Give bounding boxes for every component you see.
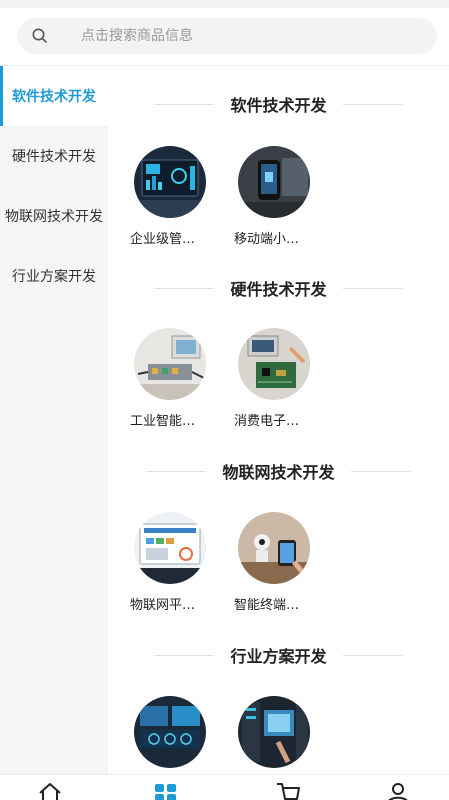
divider — [154, 287, 215, 289]
product-card[interactable]: 企业级管… — [130, 146, 210, 256]
product-content: 软件技术开发 企业级管… 移动端小… 硬件技术开发 工业智能… 消费电子… 物联… — [108, 66, 449, 774]
industrial-hardware-image — [134, 328, 206, 400]
sidebar-item-iot[interactable]: 物联网技术开发 — [0, 186, 108, 246]
section-title: 行业方案开发 — [108, 643, 449, 667]
product-card[interactable] — [130, 696, 210, 774]
product-card[interactable]: 智能终端… — [234, 512, 314, 622]
section-title-text: 软件技术开发 — [230, 96, 327, 115]
bottom-tab-bar — [0, 774, 449, 800]
divider — [342, 103, 403, 105]
search-input[interactable] — [81, 18, 421, 54]
product-label: 工业智能… — [130, 414, 196, 429]
status-strip — [0, 0, 449, 8]
search-icon — [32, 28, 47, 43]
circuit-board-image — [238, 328, 310, 400]
product-card[interactable] — [234, 696, 314, 774]
smart-device-image — [238, 512, 310, 584]
divider — [342, 287, 403, 289]
section-title-text: 物联网技术开发 — [222, 463, 335, 482]
product-card[interactable]: 工业智能… — [130, 328, 210, 438]
category-icon[interactable] — [152, 781, 180, 800]
product-label: 消费电子… — [234, 414, 300, 429]
dashboard-monitor-image — [134, 146, 206, 218]
divider — [154, 103, 215, 105]
section-title-text: 行业方案开发 — [230, 647, 327, 666]
divider — [342, 654, 403, 656]
sidebar-item-software[interactable]: 软件技术开发 — [0, 66, 108, 126]
product-label: 智能终端… — [234, 598, 300, 613]
server-room-image — [238, 696, 310, 768]
product-card[interactable]: 移动端小… — [234, 146, 314, 256]
section-title-text: 硬件技术开发 — [230, 280, 327, 299]
data-center-image — [134, 696, 206, 768]
mobile-app-image — [238, 146, 310, 218]
home-icon[interactable] — [36, 781, 64, 800]
product-card[interactable]: 物联网平… — [130, 512, 210, 622]
cart-icon[interactable] — [274, 781, 302, 800]
product-label: 移动端小… — [234, 232, 300, 247]
user-icon[interactable] — [384, 781, 412, 800]
sidebar-item-industry[interactable]: 行业方案开发 — [0, 246, 108, 306]
iot-platform-image — [134, 512, 206, 584]
divider — [350, 470, 411, 472]
category-sidebar: 软件技术开发 硬件技术开发 物联网技术开发 行业方案开发 — [0, 66, 108, 774]
product-card[interactable]: 消费电子… — [234, 328, 314, 438]
search-header — [0, 8, 449, 66]
section-title: 硬件技术开发 — [108, 276, 449, 300]
divider — [154, 654, 215, 656]
product-label: 物联网平… — [130, 598, 196, 613]
search-bar[interactable] — [17, 18, 437, 54]
divider — [146, 470, 207, 472]
sidebar-item-hardware[interactable]: 硬件技术开发 — [0, 126, 108, 186]
product-label: 企业级管… — [130, 232, 196, 247]
section-title: 软件技术开发 — [108, 92, 449, 116]
section-title: 物联网技术开发 — [108, 459, 449, 483]
